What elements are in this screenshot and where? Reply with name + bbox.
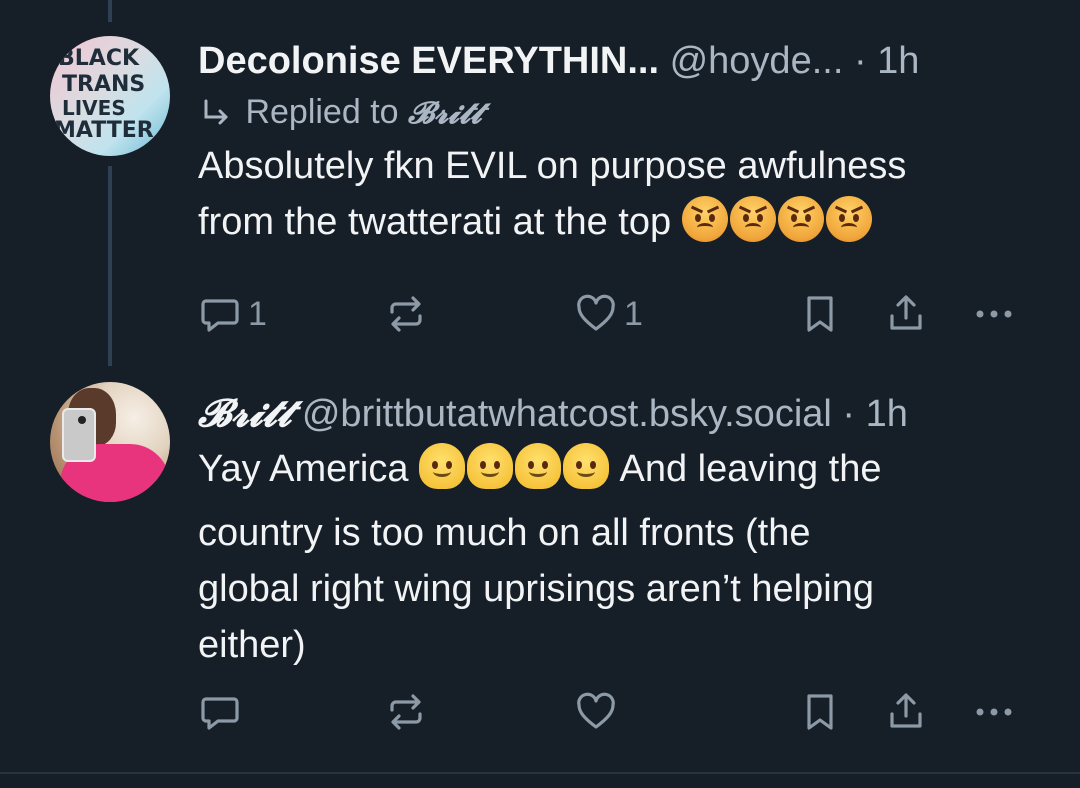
share-button[interactable]: [884, 688, 928, 736]
post-reply[interactable]: 𝓑𝓻𝓲𝓽𝓽 @brittbutatwhatcost.bsky.social · …: [0, 370, 1080, 774]
reply-context[interactable]: Replied to 𝓑𝓻𝓲𝓽𝓽: [198, 88, 1040, 138]
angry-face-icon: [729, 196, 776, 242]
angry-face-icon: [681, 196, 728, 242]
avatar-sign-word: BLACK: [58, 46, 140, 71]
post-header: 𝓑𝓻𝓲𝓽𝓽 @brittbutatwhatcost.bsky.social · …: [198, 386, 1040, 441]
divider: [0, 772, 1080, 774]
reply-prefix: Replied to: [245, 93, 399, 131]
share-icon: [890, 295, 922, 330]
bookmark-button[interactable]: [798, 688, 842, 736]
more-icon: [976, 310, 1012, 318]
post-text-line: from the twatterati at the top: [198, 194, 1040, 258]
reply-arrow-icon: [204, 99, 228, 125]
heart-icon: [577, 294, 615, 331]
display-name[interactable]: 𝓑𝓻𝓲𝓽𝓽: [198, 390, 291, 435]
avatar-sign-word: MATTER: [54, 118, 154, 143]
reply-icon: [201, 697, 239, 730]
post-text-line: Yay America And leaving the: [198, 441, 1040, 505]
avatar-photo-shape: [78, 416, 86, 424]
emoji-group: [681, 196, 874, 258]
melting-face-icon: [563, 443, 610, 489]
bookmark-button[interactable]: [798, 290, 842, 338]
reply-button[interactable]: 1: [198, 290, 267, 338]
repost-button[interactable]: [384, 290, 434, 338]
separator: ·: [842, 393, 856, 435]
melting-face-icon: [419, 443, 466, 489]
emoji-group: [419, 443, 611, 505]
post-text-fragment: And leaving the: [619, 448, 882, 490]
like-count: 1: [624, 294, 643, 333]
post-content: Decolonise EVERYTHIN... @hoyde... · 1h R…: [198, 34, 1040, 258]
timestamp[interactable]: 1h: [866, 393, 908, 435]
post-text-line: either): [198, 624, 306, 666]
melting-face-icon: [515, 443, 562, 489]
timestamp[interactable]: 1h: [877, 40, 919, 82]
angry-face-icon: [825, 196, 872, 242]
post-content: 𝓑𝓻𝓲𝓽𝓽 @brittbutatwhatcost.bsky.social · …: [198, 386, 1040, 673]
post-text-line: global right wing uprisings aren’t helpi…: [198, 568, 874, 610]
more-button[interactable]: [972, 688, 1016, 736]
thread-view: BLACK TRANS LIVES MATTER Decolonise EVER…: [0, 0, 1080, 788]
post-text: Yay America And leaving the country is t…: [198, 441, 1040, 673]
separator: ·: [853, 40, 867, 82]
bookmark-icon: [807, 694, 833, 730]
reply-icon: [201, 299, 239, 332]
reply-button[interactable]: [198, 688, 248, 736]
heart-icon: [577, 692, 615, 729]
repost-icon: [390, 296, 422, 332]
post-text-line: country is too much on all fronts (the: [198, 512, 811, 554]
post-text-fragment: Yay America: [198, 448, 409, 490]
post-text-fragment: from the twatterati at the top: [198, 201, 672, 243]
angry-face-icon: [777, 196, 824, 242]
melting-face-icon: [467, 443, 514, 489]
bookmark-icon: [807, 296, 833, 332]
avatar-sign-word: LIVES: [62, 96, 126, 120]
post-actions: 1 1: [198, 290, 1038, 338]
handle[interactable]: @brittbutatwhatcost.bsky.social: [302, 393, 832, 435]
post-header: Decolonise EVERYTHIN... @hoyde... · 1h: [198, 34, 1040, 88]
more-button[interactable]: [972, 290, 1016, 338]
more-icon: [976, 708, 1012, 716]
share-button[interactable]: [884, 290, 928, 338]
avatar[interactable]: BLACK TRANS LIVES MATTER: [50, 36, 170, 156]
share-icon: [890, 693, 922, 728]
post-text-line: Absolutely fkn EVIL on purpose awfulness: [198, 145, 907, 187]
post-actions: [198, 688, 1038, 736]
photo-avatar-image: [50, 382, 170, 502]
avatar[interactable]: [50, 382, 170, 502]
display-name[interactable]: Decolonise EVERYTHIN...: [198, 40, 659, 82]
post-text: Absolutely fkn EVIL on purpose awfulness…: [198, 138, 1040, 258]
reply-count: 1: [248, 294, 267, 333]
repost-button[interactable]: [384, 688, 434, 736]
sign-avatar-image: BLACK TRANS LIVES MATTER: [50, 36, 170, 156]
post-parent[interactable]: BLACK TRANS LIVES MATTER Decolonise EVER…: [0, 0, 1080, 370]
handle[interactable]: @hoyde...: [670, 40, 844, 82]
avatar-sign-word: TRANS: [62, 72, 146, 97]
reply-to-name[interactable]: 𝓑𝓻𝓲𝓽𝓽: [408, 96, 482, 131]
repost-icon: [390, 694, 422, 730]
like-button[interactable]: [574, 688, 624, 736]
like-button[interactable]: 1: [574, 290, 643, 338]
